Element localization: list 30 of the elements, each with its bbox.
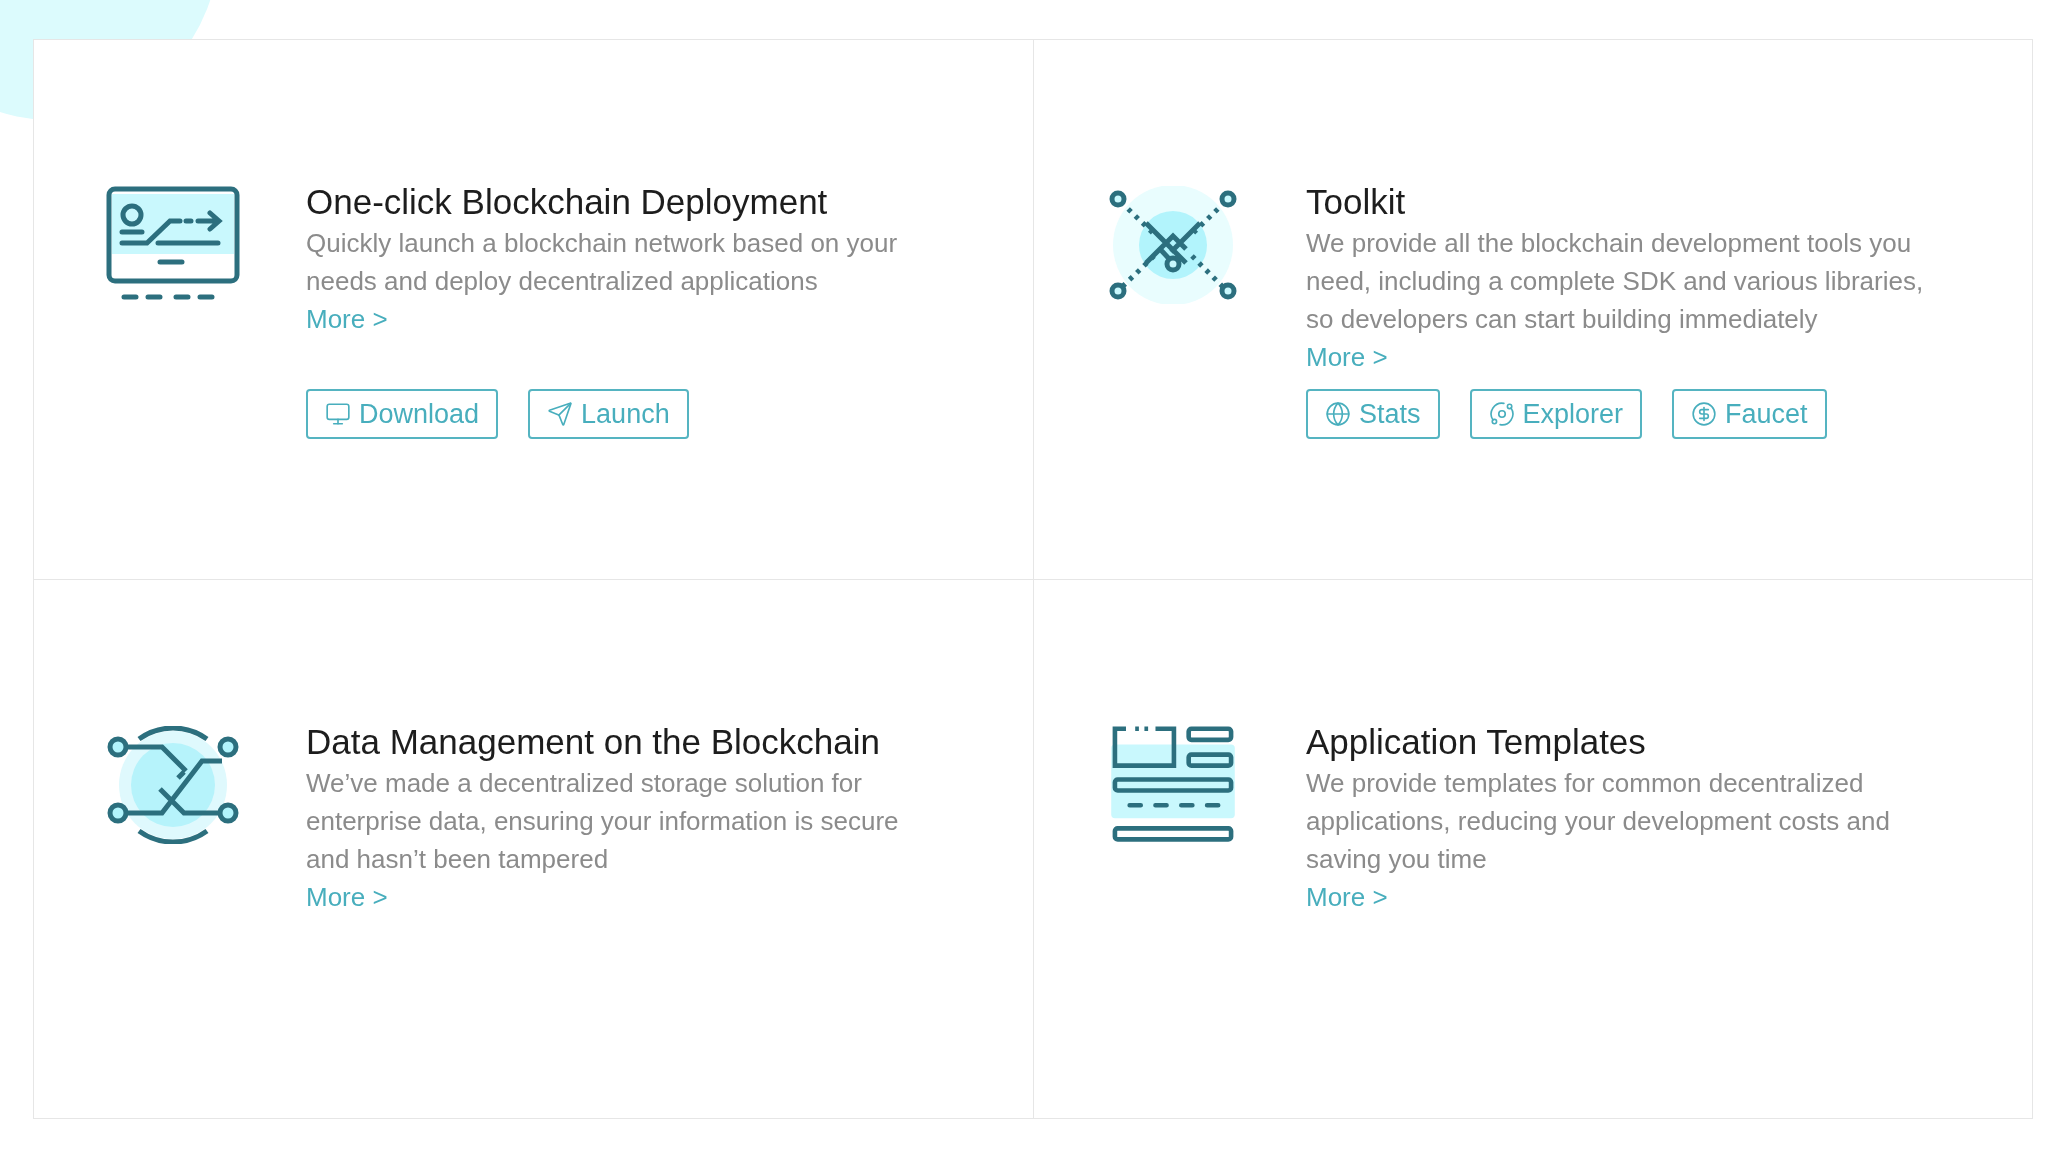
feature-description: We’ve made a decentralized storage solution for (306, 767, 863, 800)
crossing-lines-icon (106, 726, 240, 844)
feature-description: saving you time (1306, 843, 1488, 876)
feature-title: One-click Blockchain Deployment (306, 181, 829, 223)
more-link[interactable]: More > (306, 300, 388, 338)
action-button[interactable]: Stats (1306, 389, 1440, 439)
action-button[interactable]: Explorer (1469, 389, 1643, 439)
feature-title: Data Management on the Blockchain (306, 721, 881, 763)
more-link[interactable]: More > (1306, 878, 1388, 916)
orbit-icon (1488, 401, 1515, 427)
feature-description: applications, reducing your development costs and (1306, 805, 1890, 838)
feature-description: need, including a complete SDK and various libraries, (1306, 265, 1924, 298)
feature-description: enterprise data, ensuring your information is secure (306, 805, 899, 838)
action-button[interactable]: Faucet (1672, 389, 1827, 439)
more-link[interactable]: More > (306, 878, 388, 916)
feature-description: We provide all the blockchain development tools you (1306, 227, 1913, 260)
monitor-icon (325, 401, 351, 427)
feature-description: needs and deploy decentralized applications (306, 265, 819, 298)
feature-title: Application Templates (1306, 721, 1647, 763)
action-button[interactable]: Launch (528, 389, 689, 439)
action-button[interactable]: Download (306, 389, 499, 439)
feature-title: Toolkit (1306, 181, 1407, 223)
feature-description: Quickly launch a blockchain network based on your (306, 227, 898, 260)
globe-icon (1325, 401, 1351, 427)
feature-description: and hasn’t been tampered (306, 843, 610, 876)
feature-description: We provide templates for common decentralized (1306, 767, 1865, 800)
feature-description: so developers can start building immediately (1306, 303, 1819, 336)
more-link[interactable]: More > (1306, 338, 1388, 376)
paper-plane-icon (547, 401, 574, 427)
coin-icon (1691, 401, 1718, 427)
